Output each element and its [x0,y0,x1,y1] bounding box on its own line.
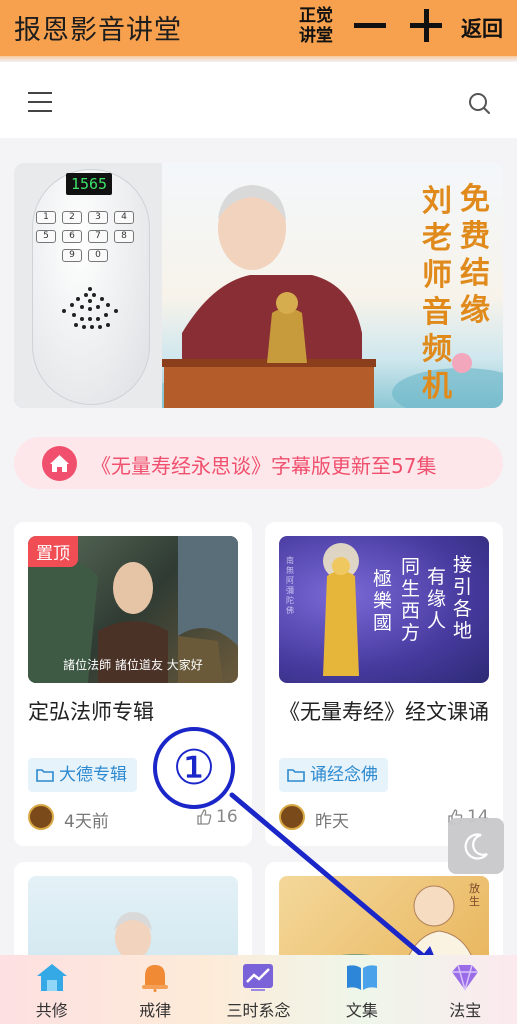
banner-vertical-text-1: 免费结缘 [460,182,490,328]
zoom-out-button[interactable] [354,23,386,28]
trend-chart-icon [243,964,274,991]
menu-icon[interactable] [28,92,52,112]
category-tag[interactable]: 诵经念佛 [279,758,388,792]
poem-line-1: 接引各地 [453,554,473,642]
tab-wenji[interactable]: 文集 [310,955,413,1024]
author-avatar [28,804,54,830]
poem-line-3: 同生西方 [401,556,421,644]
card-title: 《无量寿经》经文课诵 [279,700,489,724]
house-icon [36,964,67,991]
tab-jielv[interactable]: 戒律 [103,955,206,1024]
tab-fabao[interactable]: 法宝 [414,955,517,1024]
book-icon [346,965,377,990]
announcement-text: 《无量寿经永思谈》字幕版更新至57集 [91,454,437,478]
tab-label: 三时系念 [226,1001,291,1020]
album-thumbnail: 置顶 諸位法師 諸位道友 大家好 [28,536,238,683]
banner-vertical-text-2: 刘老师音频机 [422,184,452,404]
release-life-text: 放生 [469,882,480,908]
announcement-bar[interactable]: 《无量寿经永思谈》字幕版更新至57集 [14,437,503,489]
album-card-wuliangshou[interactable]: 南無阿彌陀佛 接引各地 有缘人 同生西方 極樂國 《无量寿经》经文课诵 诵经念佛… [265,522,503,846]
author-avatar [279,804,305,830]
post-time: 4天前 [64,812,109,832]
plus-icon-v [424,9,429,42]
promo-banner[interactable]: 1565 12 34 56 78 90 免费结缘 刘老师音频机 [14,163,503,408]
album-thumbnail: 南無阿彌陀佛 接引各地 有缘人 同生西方 極樂國 [279,536,489,683]
bell-icon [142,965,169,992]
category-tag[interactable]: 大德专辑 [28,758,137,792]
namo-amitabha-text: 南無阿彌陀佛 [286,556,294,615]
dark-mode-toggle[interactable] [448,818,504,874]
back-button[interactable]: 返回 [461,13,503,43]
stack-line-1: 正觉 [299,6,333,26]
pinned-badge: 置顶 [28,536,78,567]
like-count-value: 16 [216,807,238,827]
tab-gongxiu[interactable]: 共修 [0,955,103,1024]
card-title: 定弘法师专辑 [28,700,154,724]
poem-line-4: 極樂國 [373,568,393,634]
category-tag-label: 大德专辑 [59,765,127,785]
stack-line-2: 讲堂 [299,26,333,46]
poem-line-2: 有缘人 [427,566,447,632]
search-icon[interactable] [468,92,490,114]
zhengjue-jiangtang-button[interactable]: 正觉 讲堂 [296,6,336,46]
step-marker: ① [153,727,235,809]
post-time: 昨天 [315,812,349,832]
tab-label: 共修 [35,1001,68,1020]
tab-label: 法宝 [449,1001,482,1020]
folder-icon [287,769,305,782]
thumb-up-icon [197,809,212,825]
tab-label: 文集 [345,1001,378,1020]
device-display: 1565 [66,173,112,195]
diamond-icon [452,964,479,991]
nav-header [0,62,517,138]
like-count[interactable]: 16 [196,807,238,827]
app-top-bar: 报恩影音讲堂 正觉 讲堂 返回 [0,0,517,56]
app-title: 报恩影音讲堂 [14,15,182,46]
tab-label: 戒律 [139,1001,172,1020]
video-subtitle: 諸位法師 諸位道友 大家好 [63,658,203,672]
audio-device-image: 1565 12 34 56 78 90 [14,163,162,408]
lotus-speaker-icon [62,287,118,329]
category-tag-label: 诵经念佛 [310,765,378,785]
tab-sanshixinian[interactable]: 三时系念 [207,955,310,1024]
moon-icon [464,833,488,860]
home-notice-icon [42,446,77,481]
device-keypad: 12 34 56 78 90 [36,211,140,262]
bottom-tab-bar: 共修 戒律 三时系念 文集 法宝 [0,955,517,1024]
folder-icon [36,769,54,782]
